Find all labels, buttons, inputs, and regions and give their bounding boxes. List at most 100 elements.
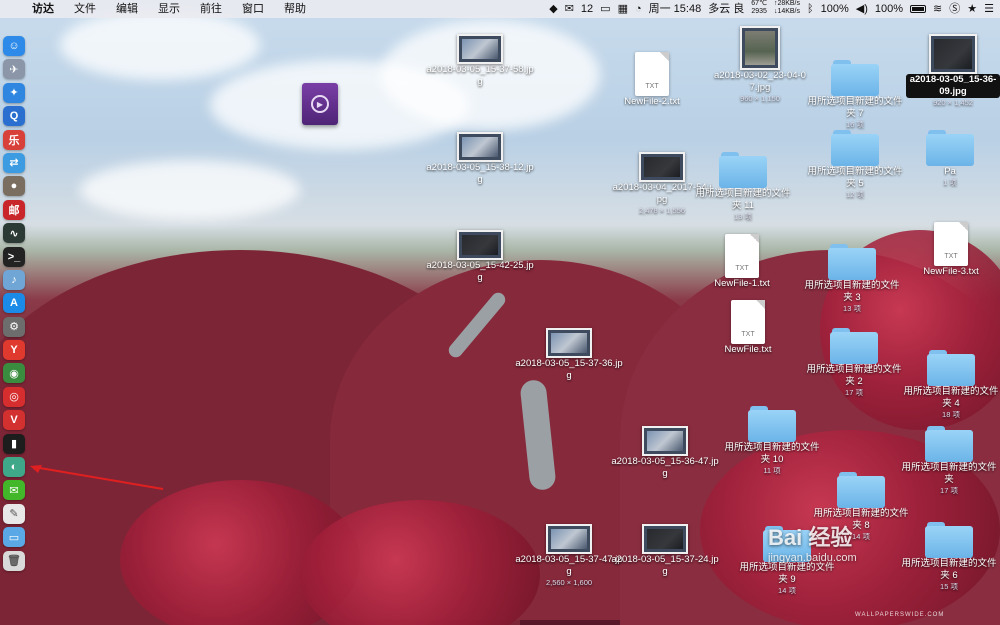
menu-view[interactable]: 显示 (148, 0, 190, 18)
system-prefs-icon[interactable]: ⚙ (3, 316, 25, 337)
terminal-icon[interactable]: >_ (3, 246, 25, 267)
folder-count: 18 项 (942, 410, 960, 419)
text-file[interactable]: TXT NewFile-1.txt (702, 234, 782, 290)
app-red-icon[interactable]: 乐 (3, 129, 25, 150)
clock-text[interactable]: 周一 15:48 (649, 0, 702, 18)
folder-name: 用所选项目新建的文件夹 2 (806, 364, 902, 387)
network-speed[interactable]: ↑28KB/s ↓14KB/s (774, 0, 800, 18)
finder-icon[interactable]: ☺ (3, 36, 25, 56)
app-store-icon[interactable]: A (3, 293, 25, 314)
temperature-readout[interactable]: 67℃ 2935 (751, 0, 767, 18)
display-icon[interactable]: ▭ (600, 0, 610, 18)
image-file[interactable]: a2018-03-05_15-37-24.jpg (610, 524, 720, 578)
folder-name: 用所选项目新建的文件夹 7 (807, 96, 903, 119)
folder-icon (926, 130, 974, 166)
trash-icon[interactable]: 🗑 (3, 550, 25, 571)
folder[interactable]: 用所选项目新建的文件夹 10 11 项 (722, 406, 822, 475)
txt-file-icon: TXT (635, 52, 669, 96)
folder-icon (925, 522, 973, 558)
file-name: NewFile-3.txt (923, 266, 979, 277)
app-stone-icon[interactable]: ● (3, 176, 25, 197)
folder-count: 17 项 (845, 388, 863, 397)
folder[interactable]: 用所选项目新建的文件夹 17 项 (900, 426, 998, 495)
dock: ☺ ✈ ✦ Q 乐 ⇄ ● 邮 ∿ >_ ♪ A ⚙ Y ◉ ◎ V ▮ ◐ ✉ ✎ ▭ 🗑 (3, 36, 29, 608)
txt-file-icon: TXT (934, 222, 968, 266)
video-file[interactable]: ▶ (302, 83, 338, 125)
safari-icon[interactable]: ✦ (3, 82, 25, 103)
star-icon[interactable]: ★ (967, 0, 977, 18)
folder-count: 13 项 (843, 304, 861, 313)
text-file[interactable]: TXT NewFile-3.txt (908, 222, 994, 278)
grid-icon[interactable]: ▦ (618, 0, 628, 18)
volume-text[interactable]: 100% (821, 0, 849, 18)
battery-icon[interactable] (910, 5, 927, 13)
app-s-icon[interactable]: Ⓢ (949, 0, 960, 18)
folder-count: 14 项 (778, 586, 796, 595)
menu-file[interactable]: 文件 (64, 0, 106, 18)
vivaldi-icon[interactable]: V (3, 410, 25, 431)
mail-red-icon[interactable]: 邮 (3, 199, 25, 220)
folder-count: 15 项 (940, 582, 958, 591)
image-file[interactable]: a2018-03-05_15-37-58.jpg (420, 34, 540, 88)
folder[interactable]: 用所选项目新建的文件夹 4 18 项 (902, 350, 1000, 419)
image-thumbnail (457, 230, 503, 260)
image-file[interactable]: a2018-03-05_15-37-47.jpg 2,560 × 1,600 (514, 524, 624, 587)
file-name: a2018-03-05_15-42-25.jpg (426, 260, 534, 283)
folder[interactable]: 用所选项目新建的文件夹 5 12 项 (806, 130, 904, 199)
app-green-icon[interactable]: ◐ (3, 457, 25, 478)
menu-window[interactable]: 窗口 (232, 0, 274, 18)
dictation-icon[interactable]: ♪ (3, 269, 25, 290)
watermark-url: jingyan.baidu.com (768, 552, 857, 564)
wechat-icon[interactable]: ✉ (3, 480, 25, 501)
launchpad-icon[interactable]: ✈ (3, 59, 25, 80)
folder[interactable]: 用所选项目新建的文件夹 7 16 项 (806, 60, 904, 129)
image-thumbnail (457, 34, 503, 64)
netease-icon[interactable]: ◎ (3, 386, 25, 407)
activity-icon[interactable]: ∿ (3, 223, 25, 244)
image-file-selected[interactable]: a2018-03-05_15-36-09.jpg 920 × 1,452 (906, 34, 1000, 107)
weather-text[interactable]: 多云 良 (708, 0, 744, 18)
search-app-icon[interactable]: Q (3, 106, 25, 127)
folder[interactable]: 用所选项目新建的文件夹 3 13 项 (802, 244, 902, 313)
folder-name: Pa (944, 166, 956, 177)
file-name: a2018-03-05_15-37-36.jpg (515, 358, 623, 381)
net-down: ↓14KB/s (773, 8, 801, 15)
folder[interactable]: 用所选项目新建的文件夹 6 15 项 (900, 522, 998, 591)
image-file[interactable]: a2018-03-05_15-36-47.jpg (610, 426, 720, 480)
yandex-icon[interactable]: Y (3, 340, 25, 361)
folder[interactable]: 用所选项目新建的文件夹 2 17 项 (804, 328, 904, 397)
folder-dock-icon[interactable]: ▭ (3, 527, 25, 548)
image-file[interactable]: a2018-03-02_23-04-07.jpg 960 × 1,150 (712, 26, 808, 103)
menu-list-icon[interactable]: ☰ (984, 0, 994, 18)
folder-count: 12 项 (846, 190, 864, 199)
wechat-status-icon[interactable]: ✉ (565, 0, 574, 18)
image-thumbnail (639, 152, 685, 182)
apple-menu-icon[interactable] (0, 0, 22, 18)
menu-edit[interactable]: 编辑 (106, 0, 148, 18)
text-file[interactable]: TXT NewFile-2.txt (612, 52, 692, 108)
folder-name: 用所选项目新建的文件夹 9 (739, 562, 835, 585)
text-file[interactable]: TXT NewFile.txt (708, 300, 788, 356)
dropbox-icon[interactable]: ◆ (549, 0, 557, 18)
image-file[interactable]: a2018-03-05_15-38-12.jpg (420, 132, 540, 186)
battery-text[interactable]: 100% (875, 0, 903, 18)
migration-icon[interactable]: ⇄ (3, 152, 25, 173)
bluetooth-icon[interactable]: ᛒ (807, 0, 814, 18)
folder[interactable]: 用所选项目新建的文件夹 11 13 项 (694, 152, 792, 221)
txt-file-icon: TXT (731, 300, 765, 344)
fan-value: 2935 (751, 8, 767, 15)
folder-count: 11 项 (763, 466, 781, 475)
wifi-icon[interactable]: ≋ (933, 0, 942, 18)
chrome-icon[interactable]: ◉ (3, 363, 25, 384)
clock-icon[interactable]: ◔ (635, 0, 642, 18)
terminal-dark-icon[interactable]: ▮ (3, 433, 25, 454)
volume-icon[interactable]: ◀) (856, 0, 868, 18)
folder[interactable]: Pa 1 项 (912, 130, 988, 187)
notes-icon[interactable]: ✎ (3, 503, 25, 524)
image-file[interactable]: a2018-03-05_15-37-36.jpg (514, 328, 624, 382)
menu-go[interactable]: 前往 (190, 0, 232, 18)
folder-icon (831, 130, 879, 166)
menu-help[interactable]: 帮助 (274, 0, 316, 18)
image-file[interactable]: a2018-03-05_15-42-25.jpg (420, 230, 540, 284)
menu-finder[interactable]: 访达 (22, 0, 64, 18)
